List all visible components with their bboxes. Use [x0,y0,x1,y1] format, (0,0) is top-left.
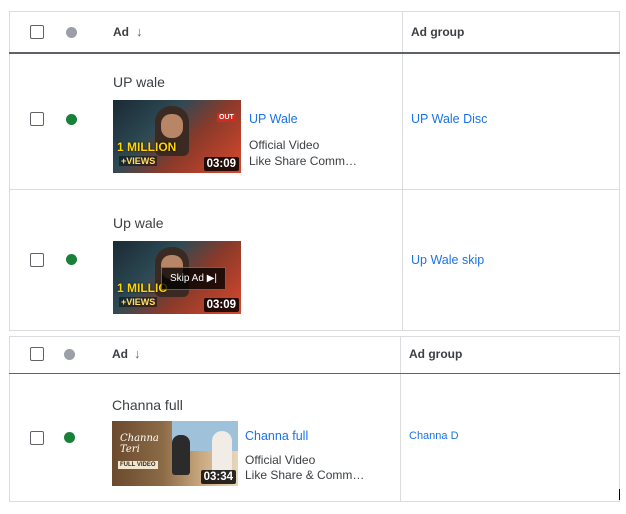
thumbnail-views-text: +VIEWS [119,297,158,307]
thumbnail-title-text: Channa Teri [120,433,159,455]
column-divider-adgroup [402,11,403,331]
ad-column-header[interactable]: Ad [112,347,128,361]
ad-group-link[interactable]: Up Wale skip [411,253,484,267]
thumbnail-man [172,435,190,475]
video-duration: 03:34 [200,470,236,484]
row-divider [9,189,620,190]
video-description-line2: Like Share & Comm… [245,468,365,482]
status-column-icon [64,349,75,360]
status-enabled-icon [66,254,77,265]
video-description-line1: Official Video [245,453,316,467]
header-divider [9,52,620,54]
ad-column-header[interactable]: Ad [113,25,129,39]
sort-down-arrow-icon[interactable]: ↓ [134,346,141,361]
thumbnail-face [161,114,183,138]
panel-left-border [9,336,10,502]
row-checkbox[interactable] [30,431,44,445]
panel-top-border [9,11,620,12]
thumbnail-tag: FULL VIDEO [118,461,158,469]
row-checkbox[interactable] [30,253,44,267]
video-thumbnail[interactable]: OUT 1 MILLION +VIEWS 03:09 [113,100,241,173]
ads-table-top: Ad ↓ Ad group UP wale OUT 1 MILLION +VIE… [9,11,620,331]
panel-right-border [619,336,620,502]
video-duration: 03:09 [203,298,239,312]
status-column-icon [66,27,77,38]
video-duration: 03:09 [203,157,239,171]
header-divider [9,373,620,374]
ad-name: Channa full [112,397,183,413]
status-enabled-icon [64,432,75,443]
video-thumbnail[interactable]: Channa Teri FULL VIDEO 03:34 [112,421,238,486]
panel-bottom-border [9,330,620,331]
select-all-checkbox[interactable] [30,25,44,39]
video-title-link[interactable]: UP Wale [249,112,298,126]
adgroup-column-header[interactable]: Ad group [409,347,462,361]
thumbnail-out-badge: OUT [217,113,236,122]
text-cursor-icon [619,489,620,500]
ad-group-link[interactable]: UP Wale Disc [411,112,487,126]
ads-table-bottom: Ad ↓ Ad group Channa full Channa Teri FU… [9,336,620,502]
video-description-line2: Like Share Comm… [249,154,358,168]
thumbnail-million-text: 1 MILLION [117,140,177,154]
video-thumbnail[interactable]: 1 MILLIO +VIEWS Skip Ad ▶| 03:09 [113,241,241,314]
row-checkbox[interactable] [30,112,44,126]
status-enabled-icon [66,114,77,125]
panel-top-border [9,336,620,337]
sort-down-arrow-icon[interactable]: ↓ [136,24,143,39]
thumbnail-views-text: +VIEWS [119,156,158,166]
select-all-checkbox[interactable] [30,347,44,361]
video-description-line1: Official Video [249,138,320,152]
adgroup-column-header[interactable]: Ad group [411,25,464,39]
panel-left-border [9,11,10,331]
skip-ad-overlay: Skip Ad ▶| [161,267,226,290]
panel-bottom-border [9,501,620,502]
column-divider-adgroup [400,336,401,502]
ad-name: Up wale [113,215,164,231]
panel-right-border [619,11,620,331]
video-title-link[interactable]: Channa full [245,429,308,443]
ad-name: UP wale [113,74,165,90]
ad-group-link[interactable]: Channa D [409,430,459,442]
